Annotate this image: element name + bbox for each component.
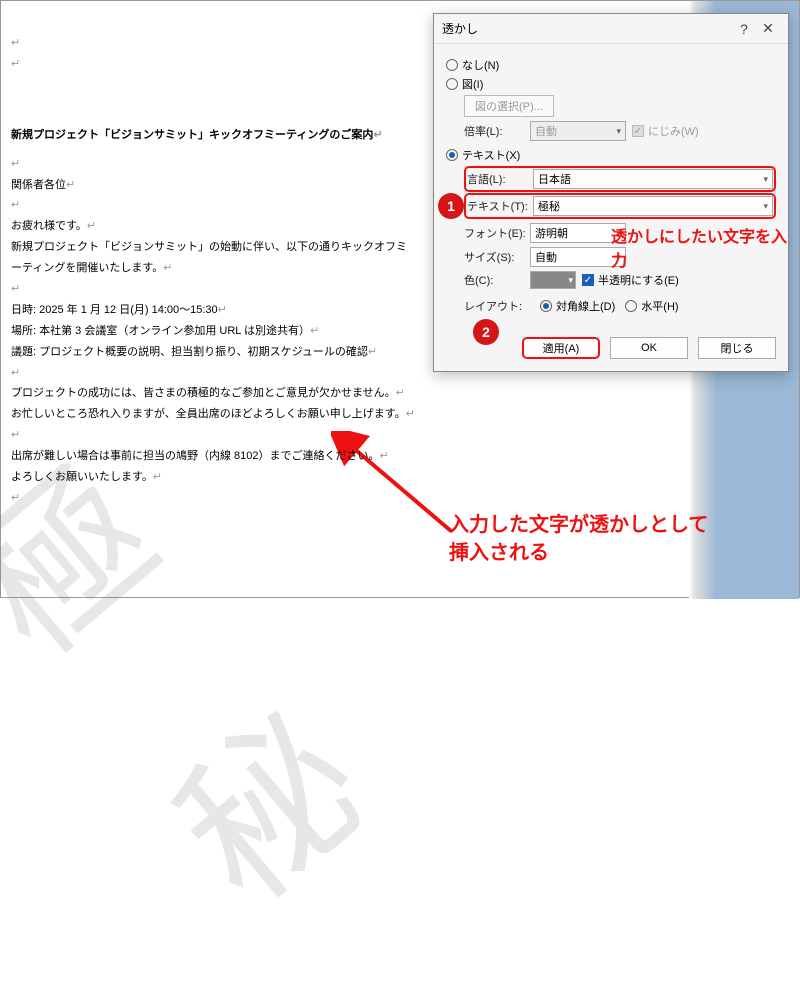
- radio-text[interactable]: テキスト(X): [446, 147, 776, 163]
- annotation-input-text: 透かしにしたい文字を入力: [611, 223, 799, 271]
- help-icon[interactable]: ?: [732, 21, 756, 37]
- radio-image[interactable]: 図(I): [446, 76, 776, 92]
- doc-line: 議題: プロジェクト概要の説明、担当割り振り、初期スケジュールの確認↵: [11, 342, 416, 363]
- doc-title: 新規プロジェクト「ビジョンサミット」キックオフミーティングのご案内↵: [11, 125, 416, 146]
- annotation-result: 入力した文字が透かしとして 挿入される: [449, 511, 708, 567]
- text-label: テキスト(T):: [467, 198, 533, 214]
- layout-horizontal-radio[interactable]: 水平(H): [625, 298, 678, 314]
- dialog-titlebar: 透かし ? ✕: [434, 14, 788, 44]
- doc-line: お忙しいところ恐れ入りますが、全員出席のほどよろしくお願い申し上げます。↵: [11, 404, 416, 425]
- blur-checkbox: ✓にじみ(W): [632, 123, 699, 139]
- doc-line: 関係者各位↵: [11, 175, 416, 196]
- apply-button[interactable]: 適用(A): [522, 337, 600, 359]
- font-label: フォント(E):: [464, 225, 530, 241]
- para-mark: ↵: [11, 37, 20, 49]
- doc-line: よろしくお願いいたします。↵: [11, 467, 416, 488]
- ok-button[interactable]: OK: [610, 337, 688, 359]
- doc-line: 出席が難しい場合は事前に担当の鳩野（内線 8102）までご連絡ください。↵: [11, 446, 416, 467]
- close-icon[interactable]: ✕: [756, 20, 780, 37]
- badge-1: 1: [438, 193, 464, 219]
- doc-line: お疲れ様です。↵: [11, 216, 416, 237]
- size-label: サイズ(S):: [464, 249, 530, 265]
- layout-diagonal-radio[interactable]: 対角線上(D): [540, 298, 615, 314]
- dialog-title-text: 透かし: [442, 20, 732, 37]
- text-input[interactable]: 極秘▾: [533, 196, 773, 216]
- select-image-button: 図の選択(P)...: [464, 95, 554, 117]
- doc-line: 場所: 本社第 3 会議室（オンライン参加用 URL は別途共有）↵: [11, 321, 416, 342]
- color-label: 色(C):: [464, 272, 530, 288]
- lang-select[interactable]: 日本語▾: [533, 169, 773, 189]
- doc-line: 新規プロジェクト「ビジョンサミット」の始動に伴い、以下の通りキックオフミーティン…: [11, 237, 416, 279]
- document-page: 極秘 ↵ ↵ 新規プロジェクト「ビジョンサミット」キックオフミーティングのご案内…: [1, 1, 426, 599]
- scale-select: 自動▾: [530, 121, 626, 141]
- semi-transparent-checkbox[interactable]: ✓半透明にする(E): [582, 272, 679, 288]
- badge-2: 2: [473, 319, 499, 345]
- scale-label: 倍率(L):: [464, 123, 530, 139]
- doc-line: プロジェクトの成功には、皆さまの積極的なご参加とご意見が欠かせません。↵: [11, 383, 416, 404]
- close-button[interactable]: 閉じる: [698, 337, 776, 359]
- lang-label: 言語(L):: [467, 171, 533, 187]
- radio-none[interactable]: なし(N): [446, 57, 776, 73]
- layout-label: レイアウト:: [464, 298, 530, 314]
- para-mark: ↵: [11, 58, 20, 70]
- color-select[interactable]: ▾: [530, 271, 576, 289]
- doc-line: 日時: 2025 年 1 月 12 日(月) 14:00～15:30↵: [11, 300, 416, 321]
